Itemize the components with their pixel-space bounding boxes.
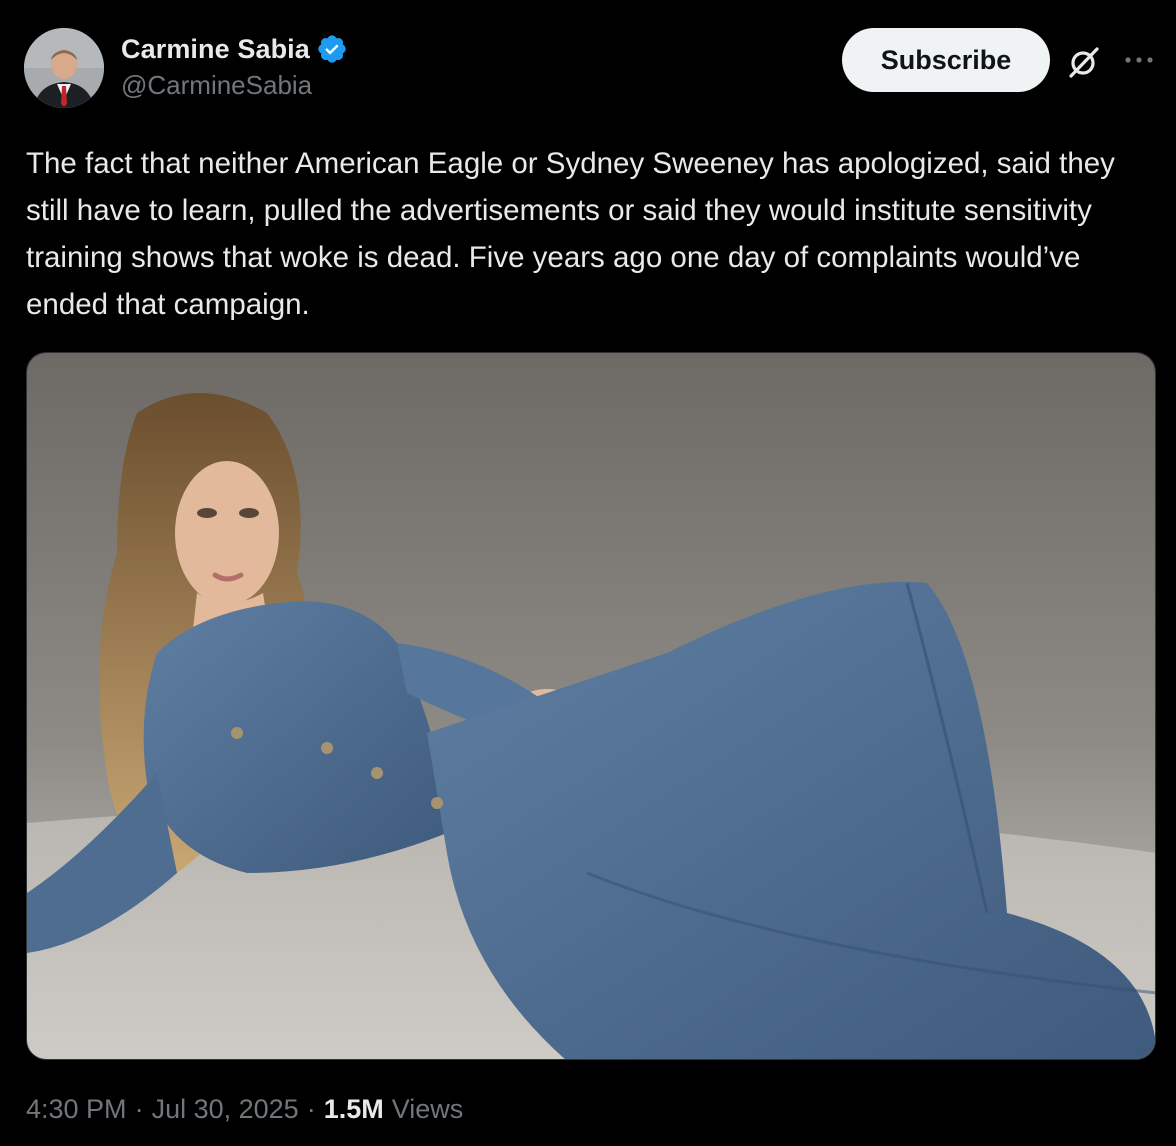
meta-separator: · — [134, 1094, 144, 1124]
grok-icon[interactable] — [1066, 44, 1102, 80]
post-text: The fact that neither American Eagle or … — [26, 147, 1115, 321]
photo-image — [27, 353, 1155, 1059]
more-horizontal-icon[interactable] — [1122, 48, 1156, 72]
avatar-image — [24, 28, 104, 108]
author-avatar[interactable] — [24, 28, 104, 108]
post-container: Carmine Sabia @CarmineSabia Subscribe Th… — [0, 0, 1176, 1146]
post-date[interactable]: Jul 30, 2025 — [152, 1094, 299, 1125]
meta-separator: · — [306, 1094, 316, 1124]
post-media-photo[interactable] — [26, 352, 1156, 1060]
post-metadata: 4:30 PM · Jul 30, 2025 · 1.5M Views — [26, 1094, 463, 1125]
views-label: Views — [391, 1094, 464, 1124]
views-count[interactable]: 1.5M — [324, 1094, 384, 1125]
author-info: Carmine Sabia @CarmineSabia — [121, 30, 348, 101]
author-handle[interactable]: @CarmineSabia — [121, 70, 348, 101]
subscribe-button[interactable]: Subscribe — [842, 28, 1050, 92]
author-display-name[interactable]: Carmine Sabia — [121, 34, 310, 65]
verified-badge-icon[interactable] — [316, 33, 348, 65]
author-name-row: Carmine Sabia — [121, 30, 348, 68]
post-time[interactable]: 4:30 PM — [26, 1094, 127, 1125]
